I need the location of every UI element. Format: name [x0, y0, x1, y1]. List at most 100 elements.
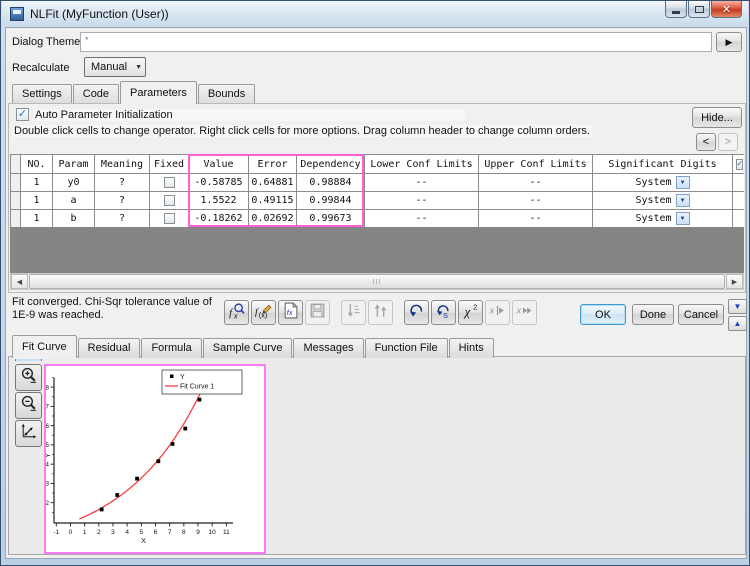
tab-messages[interactable]: Messages [293, 338, 363, 358]
svg-text:2: 2 [97, 529, 101, 536]
zoom-out-button[interactable] [15, 392, 42, 419]
fixed-cell [150, 210, 189, 227]
cell-dependency: 0.99673 [297, 210, 365, 227]
recalculate-label: Recalculate [12, 62, 69, 74]
initial-cell [733, 174, 744, 192]
edit-function-button[interactable]: f(x) [251, 300, 276, 325]
chi-square-icon: χ2 [462, 302, 479, 324]
panel-expand-button[interactable]: ▲ [728, 316, 747, 331]
svg-text:χ: χ [463, 304, 471, 318]
theme-flyout-button[interactable]: ▶ [716, 32, 742, 52]
magnifier-minus-icon [19, 394, 38, 418]
nlfit-dialog: NLFit (MyFunction (User)) ✕ Dialog Theme… [0, 0, 750, 566]
close-icon: ✕ [722, 3, 731, 16]
recalculate-dropdown[interactable]: Manual ▼ [84, 57, 146, 77]
column-header-fixed[interactable]: Fixed [150, 155, 189, 174]
svg-text:3: 3 [46, 481, 49, 488]
svg-text:9: 9 [196, 529, 200, 536]
table-horizontal-scrollbar[interactable]: ◀ ▶ [10, 273, 744, 290]
iterate-once-icon: x [489, 302, 506, 324]
table-row: 1b?-0.182620.026920.99673----System▼ [11, 210, 744, 227]
scroll-right-icon[interactable]: ▶ [726, 274, 743, 289]
tab-formula[interactable]: Formula [141, 338, 201, 358]
fit-toolbar: fxf(x)fxSχ2xx [224, 300, 539, 325]
cell-meaning: ? [95, 192, 150, 210]
zoom-in-button[interactable] [15, 364, 42, 391]
tab-function-file[interactable]: Function File [365, 338, 448, 358]
tab-residual[interactable]: Residual [78, 338, 141, 358]
hide-button[interactable]: Hide... [692, 107, 742, 128]
svg-text:6: 6 [46, 423, 49, 430]
scroll-left-icon[interactable]: ◀ [11, 274, 28, 289]
arrow-down-lines-icon [345, 302, 362, 324]
cell-lower: -- [365, 174, 479, 192]
initial-column-checkbox[interactable]: ✓ [736, 159, 743, 170]
column-header-meaning[interactable]: Meaning [95, 155, 150, 174]
sig-digits-dropdown[interactable]: ▼ [676, 176, 690, 189]
row-header-stub [11, 155, 21, 174]
column-header-dependency[interactable]: Dependency [297, 155, 365, 174]
cell-no: 1 [21, 174, 53, 192]
tab-parameters[interactable]: Parameters [120, 81, 197, 104]
sig-digits-dropdown[interactable]: ▼ [676, 212, 690, 225]
initial-cell [733, 192, 744, 210]
sig-digits-value: System [635, 177, 671, 188]
title-bar[interactable]: NLFit (MyFunction (User)) ✕ [2, 1, 748, 27]
revert-fit-button[interactable]: S [431, 300, 456, 325]
sig-digits-dropdown[interactable]: ▼ [676, 194, 690, 207]
fixed-checkbox[interactable] [164, 177, 175, 188]
auto-init-checkbox[interactable]: ✓ [16, 108, 29, 121]
tab-settings[interactable]: Settings [12, 84, 72, 104]
column-header-lower-conf-limits[interactable]: Lower Conf Limits [365, 155, 479, 174]
column-header-label: Initi [743, 159, 744, 170]
preview-function-button[interactable]: fx [224, 300, 249, 325]
scrollbar-thumb[interactable] [29, 274, 725, 289]
column-header-upper-conf-limits[interactable]: Upper Conf Limits [479, 155, 593, 174]
fx-magnifier-icon: fx [228, 302, 245, 324]
tab-sample-curve[interactable]: Sample Curve [203, 338, 293, 358]
column-header-initi[interactable]: ✓ Initi [733, 155, 744, 174]
column-header-param[interactable]: Param [53, 155, 95, 174]
cancel-button[interactable]: Cancel [678, 304, 724, 325]
tab-fit-curve[interactable]: Fit Curve [12, 335, 77, 358]
column-header-significant-digits[interactable]: Significant Digits [593, 155, 733, 174]
table-row: 1y0?-0.587850.648810.98884----System▼ [11, 174, 744, 192]
rescale-axes-button[interactable] [15, 420, 42, 447]
open-function-file-button[interactable]: fx [278, 300, 303, 325]
tab-code[interactable]: Code [73, 84, 119, 104]
column-header-no-[interactable]: NO. [21, 155, 53, 174]
close-button[interactable]: ✕ [711, 1, 742, 18]
svg-text:6: 6 [154, 529, 158, 536]
dialog-theme-input[interactable]: * [80, 32, 712, 52]
svg-text:7: 7 [168, 529, 172, 536]
column-header-value[interactable]: Value [189, 155, 249, 174]
calc-chi-sqr-button[interactable]: χ2 [458, 300, 483, 325]
panel-collapse-button[interactable]: ▼ [728, 299, 747, 314]
table-empty-area [10, 227, 744, 273]
prev-column-button[interactable]: < [696, 133, 716, 151]
cell-dependency: 0.99844 [297, 192, 365, 210]
chevron-up-icon: ▲ [734, 319, 742, 328]
cell-value[interactable]: 1.5522 [189, 192, 249, 210]
cell-value[interactable]: -0.58785 [189, 174, 249, 192]
cell-lower: -- [365, 210, 479, 227]
done-button[interactable]: Done [632, 304, 674, 325]
window-title: NLFit (MyFunction (User)) [30, 7, 169, 21]
save-theme-button [305, 300, 330, 325]
fit-curve-plot: -1012345678910112345678XYYFit Curve 1 [46, 366, 264, 552]
ok-button[interactable]: OK [580, 304, 626, 325]
cell-value[interactable]: -0.18262 [189, 210, 249, 227]
sig-digits-value: System [635, 213, 671, 224]
tab-hints[interactable]: Hints [449, 338, 494, 358]
next-column-button[interactable]: > [718, 133, 738, 151]
minimize-button[interactable] [665, 1, 687, 18]
column-header-error[interactable]: Error [249, 155, 297, 174]
fixed-checkbox[interactable] [164, 213, 175, 224]
tab-bounds[interactable]: Bounds [198, 84, 255, 104]
auto-init-label: Auto Parameter Initialization [33, 109, 465, 121]
maximize-button[interactable] [688, 1, 710, 18]
fixed-checkbox[interactable] [164, 195, 175, 206]
reset-parameters-button[interactable] [404, 300, 429, 325]
cell-param: a [53, 192, 95, 210]
row-header-stub [11, 192, 21, 210]
